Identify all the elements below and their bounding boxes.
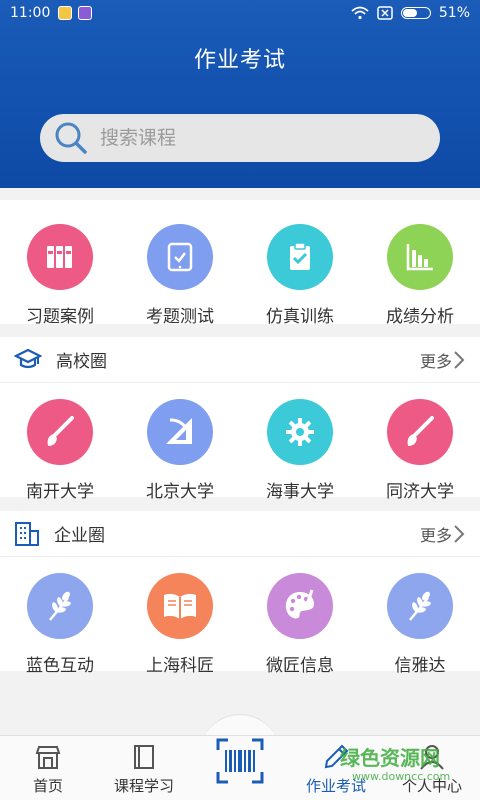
wifi-icon bbox=[351, 6, 369, 20]
grid-item-label: 考题测试 bbox=[146, 307, 214, 327]
palette-icon bbox=[267, 573, 333, 639]
binders-icon bbox=[27, 224, 93, 290]
book-icon bbox=[130, 743, 158, 775]
building-icon bbox=[15, 521, 39, 546]
grid-item-4[interactable]: 成绩分析 bbox=[360, 224, 480, 327]
grid-item-label: 同济大学 bbox=[386, 482, 454, 502]
grid-item-3[interactable]: 海事大学 bbox=[240, 399, 360, 502]
search-input[interactable] bbox=[100, 127, 400, 149]
chevron-right-icon bbox=[454, 350, 465, 369]
grid-item-label: 信雅达 bbox=[394, 656, 446, 676]
notification-app-icon bbox=[58, 6, 73, 20]
watermark-text: 绿色资源网 bbox=[340, 746, 440, 770]
grid-item-label: 仿真训练 bbox=[266, 307, 334, 327]
grid-item-1[interactable]: 蓝色互动 bbox=[0, 573, 120, 676]
clipboard-check-icon bbox=[267, 224, 333, 290]
grid-item-label: 微匠信息 bbox=[266, 656, 334, 676]
wheat-icon bbox=[387, 573, 453, 639]
grid-item-3[interactable]: 微匠信息 bbox=[240, 573, 360, 676]
search-bar[interactable] bbox=[40, 114, 440, 162]
notification-app-icon-2 bbox=[78, 6, 93, 20]
company-circle-header: 企业圈 更多 bbox=[0, 511, 480, 557]
nav-item-1[interactable]: 首页 bbox=[0, 736, 96, 800]
tablet-icon bbox=[147, 224, 213, 290]
status-bar: 11:00 51% bbox=[0, 0, 480, 26]
chevron-right-icon bbox=[454, 524, 465, 543]
company-circle-section: 企业圈 更多 蓝色互动 上海科匠 微匠信息 信雅达 bbox=[0, 511, 480, 676]
battery-percent: 51% bbox=[438, 5, 470, 21]
school-circle-section: 高校圈 更多 南开大学 北京大学 海事大学 同济大学 bbox=[0, 337, 480, 502]
nav-label: 首页 bbox=[32, 777, 63, 795]
company-circle-title: 企业圈 bbox=[54, 526, 105, 546]
search-icon bbox=[55, 122, 87, 154]
barcode-scan-icon bbox=[216, 738, 264, 788]
battery-icon bbox=[400, 7, 431, 19]
grid-item-label: 北京大学 bbox=[146, 482, 214, 502]
brush-icon bbox=[387, 399, 453, 465]
school-more-link[interactable]: 更多 bbox=[420, 348, 466, 372]
grid-item-label: 南开大学 bbox=[26, 482, 94, 502]
brush-icon bbox=[27, 399, 93, 465]
more-label: 更多 bbox=[419, 525, 452, 545]
nav-item-2[interactable]: 课程学习 bbox=[96, 736, 192, 800]
grid-item-label: 海事大学 bbox=[266, 482, 334, 502]
bar-chart-icon bbox=[387, 224, 453, 290]
quick-actions: 习题案例 考题测试 仿真训练 成绩分析 bbox=[0, 200, 480, 327]
grid-item-label: 成绩分析 bbox=[386, 307, 454, 327]
company-more-link[interactable]: 更多 bbox=[420, 522, 466, 546]
wheat-icon bbox=[27, 573, 93, 639]
grid-item-1[interactable]: 习题案例 bbox=[0, 224, 120, 327]
ruler-icon bbox=[147, 399, 213, 465]
sim-off-icon bbox=[377, 6, 393, 20]
graduation-cap-icon bbox=[14, 348, 42, 368]
gear-icon bbox=[267, 399, 333, 465]
book-icon bbox=[147, 573, 213, 639]
status-time: 11:00 bbox=[10, 5, 51, 21]
school-circle-header: 高校圈 更多 bbox=[0, 337, 480, 383]
nav-item-3[interactable] bbox=[192, 736, 288, 800]
page-title: 作业考试 bbox=[193, 48, 286, 73]
watermark-url: www.downcc.com bbox=[352, 770, 451, 783]
grid-item-3[interactable]: 仿真训练 bbox=[240, 224, 360, 327]
grid-item-4[interactable]: 同济大学 bbox=[360, 399, 480, 502]
grid-item-2[interactable]: 北京大学 bbox=[120, 399, 240, 502]
more-label: 更多 bbox=[419, 351, 452, 371]
grid-item-label: 习题案例 bbox=[26, 307, 94, 327]
nav-label: 课程学习 bbox=[113, 777, 174, 795]
grid-item-1[interactable]: 南开大学 bbox=[0, 399, 120, 502]
shop-icon bbox=[34, 743, 62, 775]
school-circle-title: 高校圈 bbox=[56, 352, 107, 372]
grid-item-2[interactable]: 上海科匠 bbox=[120, 573, 240, 676]
grid-item-2[interactable]: 考题测试 bbox=[120, 224, 240, 327]
grid-item-label: 上海科匠 bbox=[146, 656, 214, 676]
grid-item-4[interactable]: 信雅达 bbox=[360, 573, 480, 676]
grid-item-label: 蓝色互动 bbox=[26, 656, 94, 676]
